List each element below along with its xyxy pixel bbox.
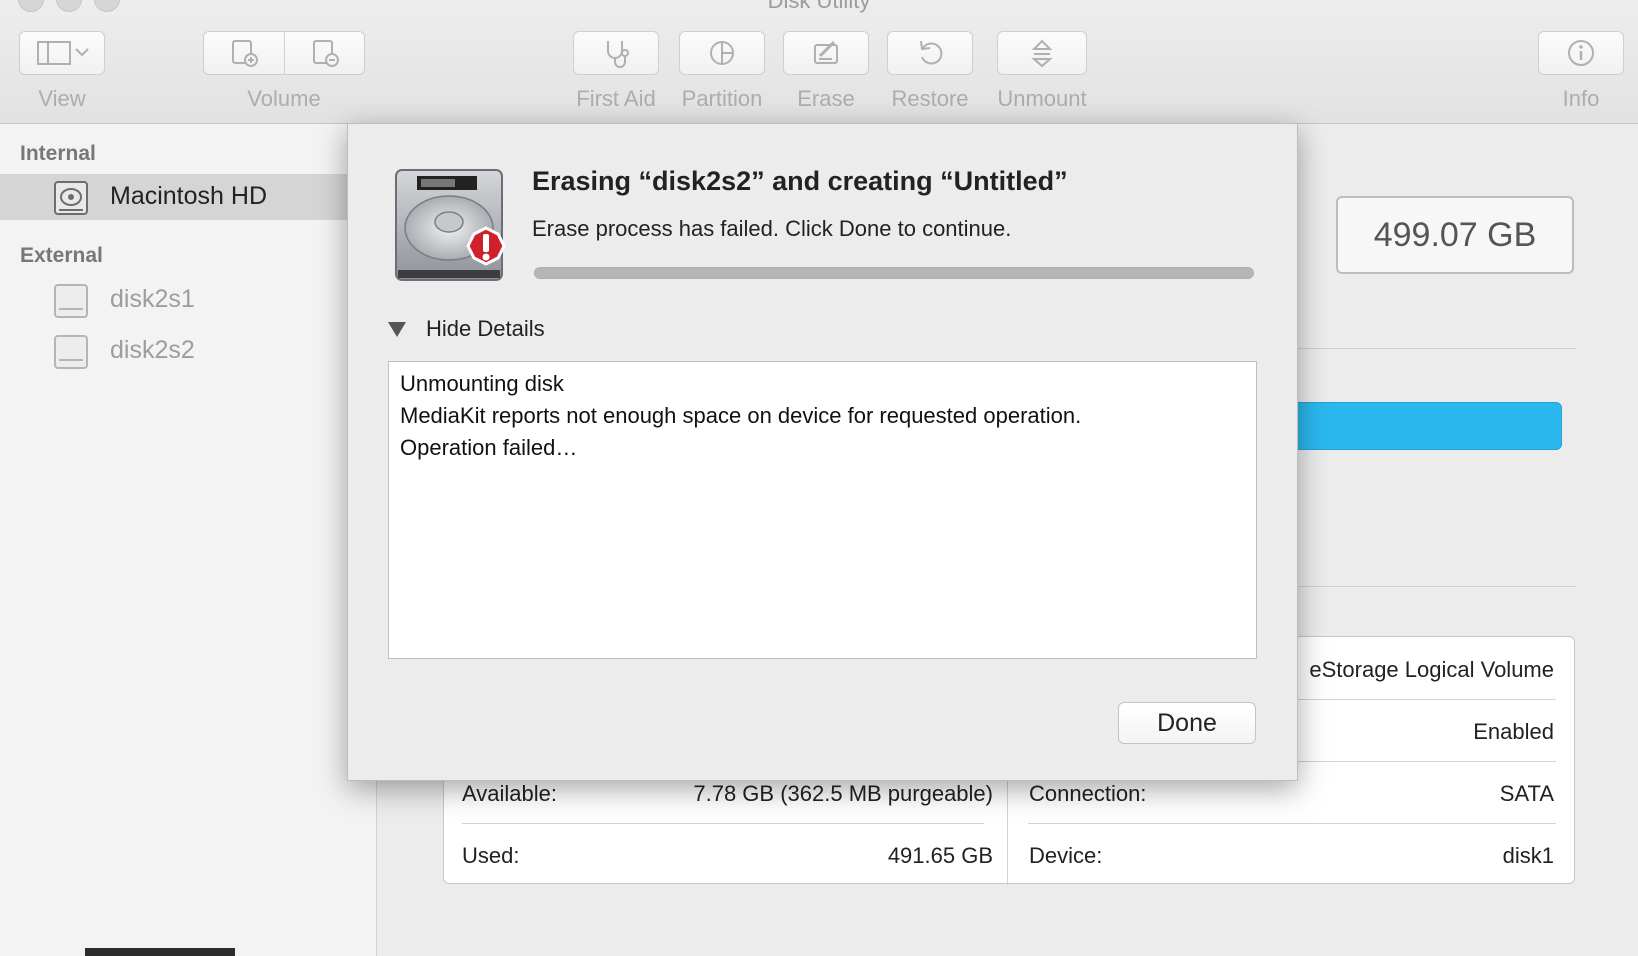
stethoscope-icon	[607, 41, 629, 68]
capacity-badge: 499.07 GB	[1336, 196, 1574, 274]
sheet-title: Erasing “disk2s2” and creating “Untitled…	[532, 166, 1068, 196]
erase-button[interactable]	[783, 31, 869, 75]
window-title: Disk Utility	[767, 0, 871, 13]
progress-fill	[535, 268, 1253, 278]
volume-segmented-control	[203, 31, 365, 75]
sidebar-header-external: External	[20, 244, 103, 267]
disk-utility-window: Disk Utility View Volume First Aid Parti…	[0, 0, 1638, 956]
info-button[interactable]	[1538, 31, 1624, 75]
unmount-button[interactable]	[997, 31, 1087, 75]
connection-label: Connection:	[1029, 781, 1147, 806]
usage-bar	[1290, 402, 1562, 450]
device-label: Device:	[1029, 843, 1103, 868]
sidebar-item-disk2s1[interactable]: disk2s1	[0, 277, 376, 323]
sidebar-item-label: disk2s1	[110, 285, 195, 313]
info-label: Info	[1562, 86, 1600, 111]
divider	[1298, 586, 1576, 587]
info-icon	[1568, 40, 1594, 66]
divider	[1298, 348, 1576, 349]
eject-icon	[1031, 39, 1053, 68]
hide-details-label: Hide Details	[426, 316, 545, 341]
device-value: disk1	[1502, 843, 1554, 868]
add-volume-icon	[232, 40, 258, 67]
sidebar-item-macintosh-hd[interactable]: Macintosh HD	[0, 174, 376, 220]
available-value: 7.78 GB (362.5 MB purgeable)	[693, 781, 993, 806]
details-log[interactable]: Unmounting disk MediaKit reports not eno…	[388, 361, 1257, 659]
type-value: eStorage Logical Volume	[1309, 657, 1554, 682]
restore-label: Restore	[891, 86, 969, 111]
sidebar-item-label: Macintosh HD	[110, 182, 267, 210]
external-disk-icon	[54, 335, 88, 369]
volume-label: Volume	[247, 86, 321, 111]
view-button[interactable]	[19, 31, 105, 75]
restore-arrow-icon	[920, 40, 943, 65]
erase-label: Erase	[797, 86, 855, 111]
sidebar: Internal Macintosh HD External disk2s1 d…	[0, 124, 377, 956]
log-line: MediaKit reports not enough space on dev…	[400, 403, 1082, 428]
erase-pencil-icon	[814, 40, 838, 64]
dock-thumbnail	[85, 948, 235, 956]
external-disk-icon	[54, 284, 88, 318]
sidebar-header-internal: Internal	[20, 142, 96, 165]
hard-disk-error-icon	[395, 169, 506, 281]
sidebar-item-label: disk2s2	[110, 336, 195, 364]
sidebar-item-disk2s2[interactable]: disk2s2	[0, 328, 376, 374]
owners-value: Enabled	[1473, 719, 1554, 744]
hide-details-toggle[interactable]: Hide Details	[388, 316, 545, 342]
internal-disk-icon	[54, 181, 88, 215]
restore-button[interactable]	[887, 31, 973, 75]
toolbar: Disk Utility View Volume First Aid Parti…	[0, 0, 1638, 124]
remove-volume-icon	[313, 40, 339, 67]
sheet-message: Erase process has failed. Click Done to …	[532, 216, 1012, 241]
progress-bar	[534, 267, 1254, 279]
done-button[interactable]: Done	[1118, 702, 1256, 744]
available-label: Available:	[462, 781, 557, 806]
used-label: Used:	[462, 843, 520, 868]
used-value: 491.65 GB	[887, 843, 993, 868]
add-volume-button[interactable]	[204, 32, 284, 74]
connection-value: SATA	[1499, 781, 1554, 806]
log-line: Operation failed…	[400, 435, 578, 460]
first-aid-button[interactable]	[573, 31, 659, 75]
first-aid-label: First Aid	[576, 86, 656, 111]
partition-button[interactable]	[679, 31, 765, 75]
disclosure-triangle-icon	[388, 321, 406, 337]
erase-sheet-dialog: Erasing “disk2s2” and creating “Untitled…	[347, 123, 1298, 781]
sidebar-toggle-icon	[37, 41, 89, 65]
partition-pie-icon	[710, 41, 734, 65]
remove-volume-button[interactable]	[285, 32, 365, 74]
info-divider	[1028, 823, 1556, 824]
unmount-label: Unmount	[997, 86, 1087, 111]
info-column-divider	[1007, 777, 1008, 885]
log-line: Unmounting disk	[400, 371, 564, 396]
view-label: View	[38, 86, 86, 111]
partition-label: Partition	[681, 86, 763, 111]
info-divider	[462, 823, 984, 824]
